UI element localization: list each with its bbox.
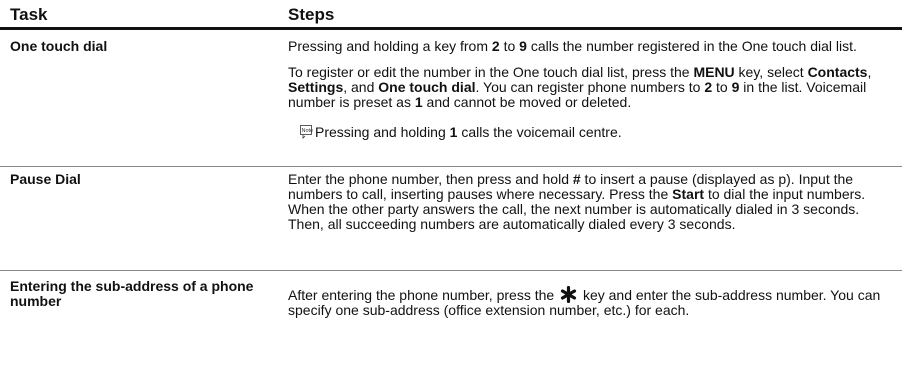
steps-pause-dial: Enter the phone number, then press and h…	[288, 172, 892, 232]
steps-one-touch-dial: Pressing and holding a key from 2 to 9 c…	[288, 39, 892, 140]
table-header: Task Steps	[0, 0, 902, 27]
note-icon: Note	[300, 125, 314, 139]
header-divider	[0, 27, 902, 30]
step-paragraph: After entering the phone number, press t…	[288, 285, 881, 318]
svg-text:Note: Note	[302, 128, 314, 134]
step-paragraph: Pressing and holding a key from 2 to 9 c…	[288, 38, 857, 54]
bold-term: Start	[672, 186, 705, 202]
header-task: Task	[10, 5, 48, 24]
bold-term: 1	[449, 124, 458, 140]
bold-term: 1	[414, 94, 423, 110]
star-key-icon	[560, 285, 577, 304]
note-paragraph: Note Pressing and holding 1 calls the vo…	[288, 125, 892, 140]
task-pause-dial: Pause Dial	[10, 171, 81, 187]
row-divider	[0, 270, 902, 271]
bold-term: #	[572, 171, 581, 187]
row-divider	[0, 166, 902, 167]
header-steps: Steps	[288, 5, 335, 24]
bold-term: 2	[704, 79, 713, 95]
task-sub-address: Entering the sub-address of a phone numb…	[10, 278, 254, 309]
step-paragraph: Enter the phone number, then press and h…	[288, 171, 866, 232]
bold-term: 2	[491, 38, 500, 54]
steps-sub-address: After entering the phone number, press t…	[288, 285, 892, 318]
note-text: Pressing and holding 1 calls the voicema…	[315, 124, 622, 140]
bold-term: MENU	[693, 64, 735, 80]
step-paragraph: To register or edit the number in the On…	[288, 64, 872, 110]
bold-term: Contacts	[807, 64, 868, 80]
bold-term: 9	[731, 79, 740, 95]
bold-term: 9	[519, 38, 527, 54]
task-one-touch-dial: One touch dial	[10, 38, 108, 54]
bold-term: Settings	[288, 79, 344, 95]
bold-term: One touch dial	[378, 79, 476, 95]
